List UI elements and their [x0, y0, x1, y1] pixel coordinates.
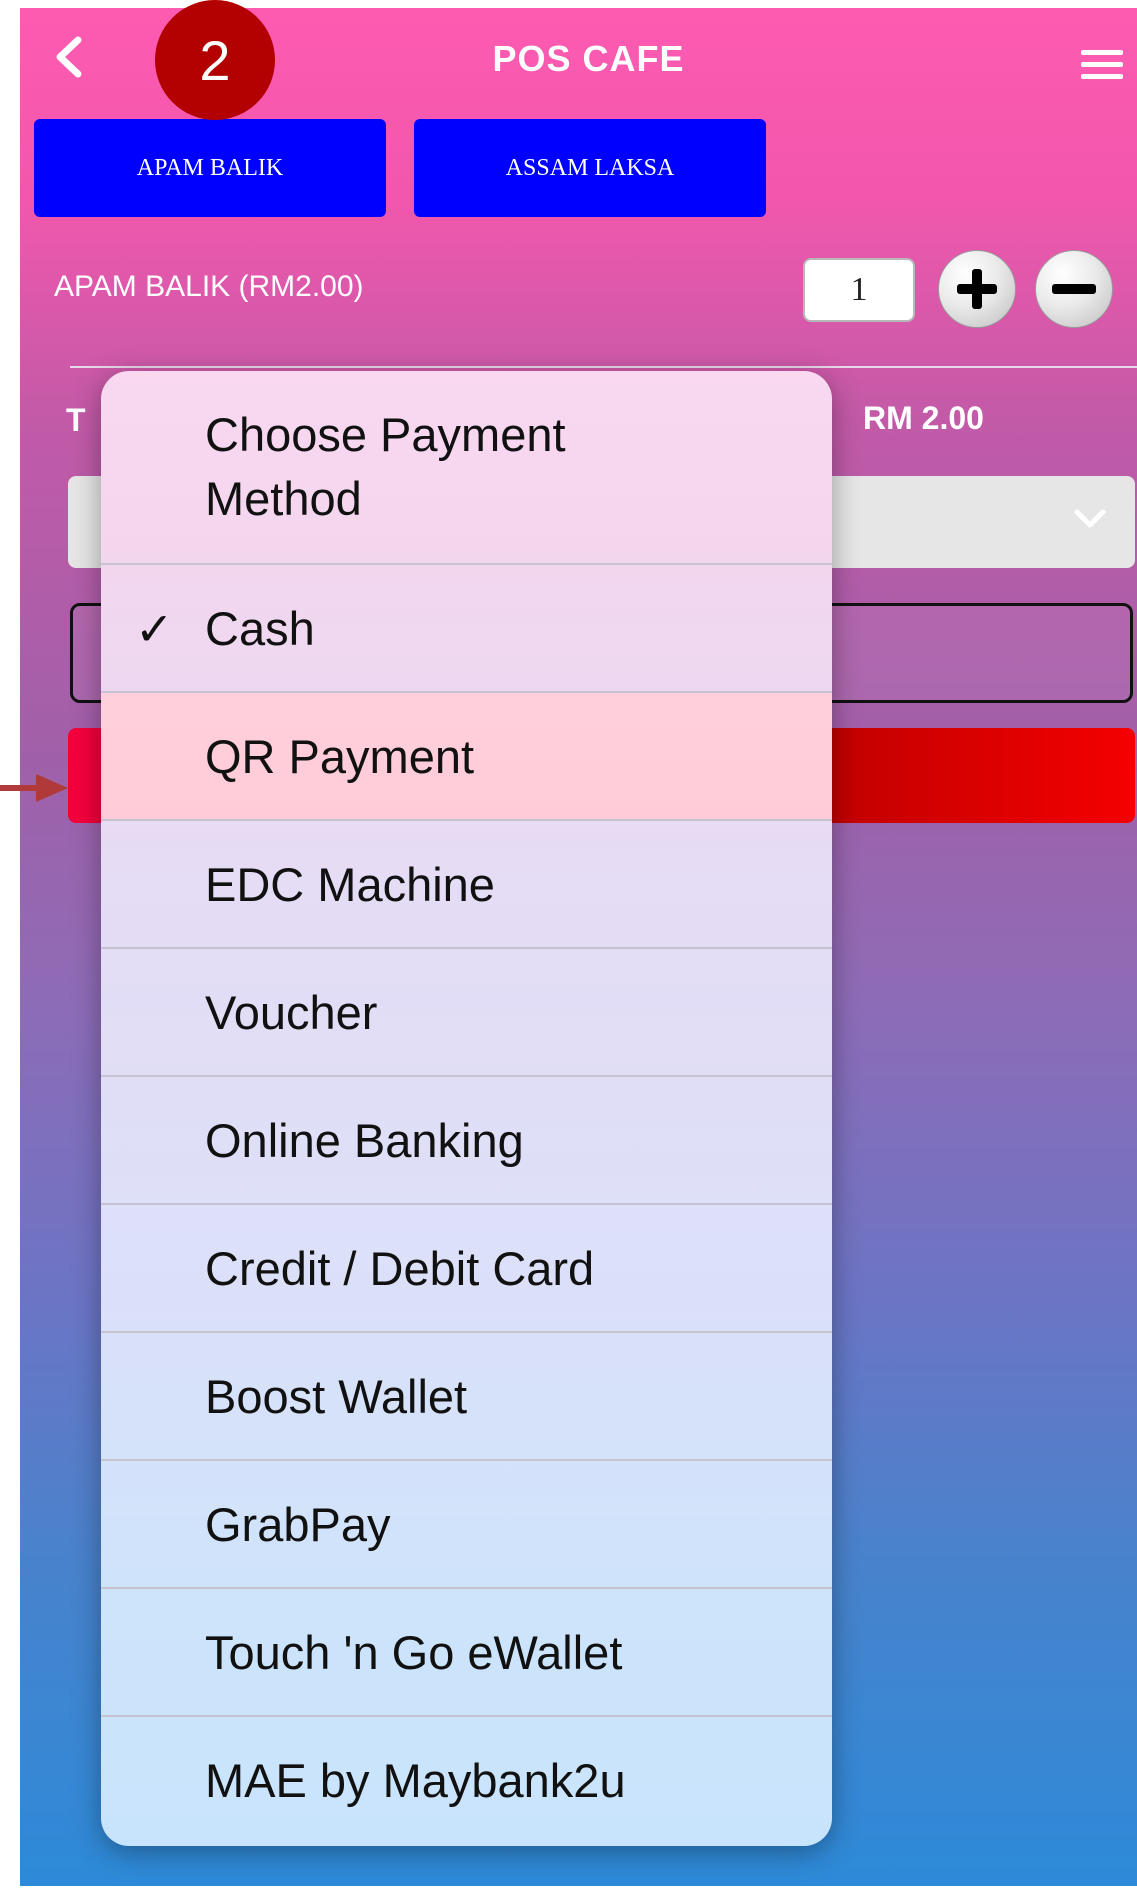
decrease-quantity-button[interactable] [1035, 250, 1113, 328]
payment-option-label: EDC Machine [205, 858, 495, 911]
tab-apam-balik[interactable]: APAM BALIK [34, 119, 386, 217]
tab-assam-laksa[interactable]: ASSAM LAKSA [414, 119, 766, 217]
chevron-down-icon [1074, 509, 1106, 528]
payment-option-cash[interactable]: ✓ Cash [101, 565, 832, 693]
quantity-input[interactable]: 1 [803, 258, 915, 322]
payment-option-label: GrabPay [205, 1498, 391, 1551]
checkmark-icon: ✓ [135, 603, 174, 655]
total-label: T [66, 402, 86, 438]
app-screen: POS CAFE APAM BALIK ASSAM LAKSA APAM BAL… [20, 8, 1137, 1886]
payment-option-label: Voucher [205, 986, 378, 1039]
payment-option-label: MAE by Maybank2u [205, 1754, 626, 1807]
payment-option-qr-payment[interactable]: QR Payment [101, 693, 832, 821]
payment-option-online-banking[interactable]: Online Banking [101, 1077, 832, 1205]
picker-header: Choose Payment Method [101, 371, 832, 565]
hamburger-menu-icon[interactable] [1081, 50, 1123, 80]
payment-option-label: Touch 'n Go eWallet [205, 1626, 623, 1679]
minus-icon [1052, 284, 1096, 294]
payment-option-edc-machine[interactable]: EDC Machine [101, 821, 832, 949]
payment-method-picker: Choose Payment Method ✓ Cash QR Payment … [101, 371, 832, 1846]
payment-option-label: Cash [205, 602, 315, 655]
payment-option-boost-wallet[interactable]: Boost Wallet [101, 1333, 832, 1461]
payment-option-touch-n-go[interactable]: Touch 'n Go eWallet [101, 1589, 832, 1717]
payment-option-label: QR Payment [205, 730, 475, 783]
payment-option-grabpay[interactable]: GrabPay [101, 1461, 832, 1589]
increase-quantity-button[interactable] [938, 250, 1016, 328]
payment-option-credit-debit-card[interactable]: Credit / Debit Card [101, 1205, 832, 1333]
picker-header-line2: Method [205, 472, 362, 525]
step-number-badge: 2 [155, 0, 275, 120]
plus-icon [957, 269, 997, 309]
payment-option-mae-maybank2u[interactable]: MAE by Maybank2u [101, 1717, 832, 1846]
payment-option-label: Boost Wallet [205, 1370, 468, 1423]
annotation-arrow-icon [0, 774, 68, 802]
payment-option-voucher[interactable]: Voucher [101, 949, 832, 1077]
order-item-label: APAM BALIK (RM2.00) [54, 270, 364, 303]
picker-header-line1: Choose Payment [205, 408, 566, 461]
payment-option-label: Online Banking [205, 1114, 524, 1167]
total-amount: RM 2.00 [863, 400, 984, 436]
payment-option-label: Credit / Debit Card [205, 1242, 595, 1295]
divider [70, 366, 1137, 368]
